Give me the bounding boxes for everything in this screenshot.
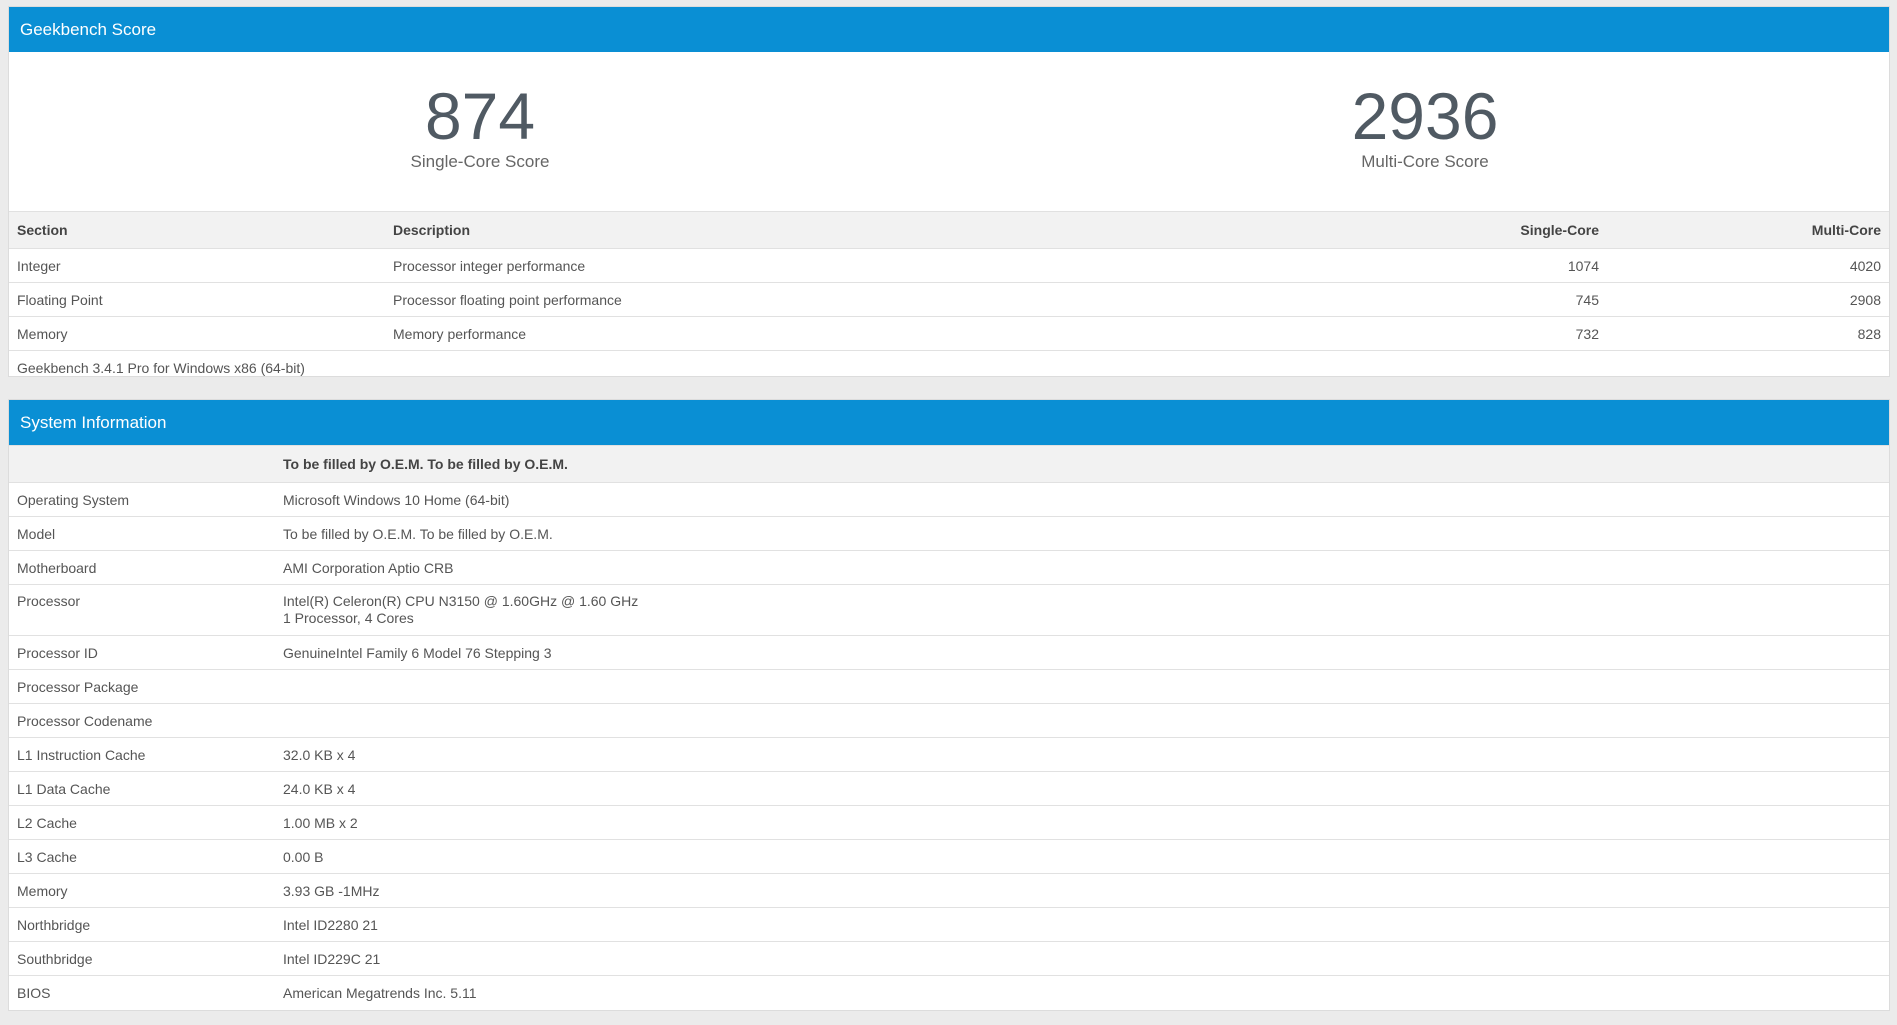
table-row: Processor Codename (9, 703, 1889, 738)
table-row: L1 Instruction Cache 32.0 KB x 4 (9, 737, 1889, 772)
version-footer-row: Geekbench 3.4.1 Pro for Windows x86 (64-… (9, 350, 1889, 385)
single-core-cell: 732 (1285, 316, 1607, 351)
column-header-multi-core: Multi-Core (1607, 211, 1889, 249)
table-row: Southbridge Intel ID229C 21 (9, 941, 1889, 976)
info-value: AMI Corporation Aptio CRB (275, 550, 1889, 585)
table-row: Model To be filled by O.E.M. To be fille… (9, 516, 1889, 551)
info-value: To be filled by O.E.M. To be filled by O… (275, 516, 1889, 551)
table-row: L1 Data Cache 24.0 KB x 4 (9, 771, 1889, 806)
processor-name: Intel(R) Celeron(R) CPU N3150 @ 1.60GHz … (283, 593, 639, 609)
multi-core-score-label: Multi-Core Score (1361, 152, 1489, 171)
description-cell: Processor floating point performance (385, 282, 1285, 317)
header-label-cell (9, 445, 275, 483)
info-value: Intel(R) Celeron(R) CPU N3150 @ 1.60GHz … (275, 584, 1889, 636)
info-value: Intel ID229C 21 (275, 941, 1889, 976)
geekbench-score-panel: Geekbench Score 874 Single-Core Score 29… (8, 6, 1890, 385)
table-row: Memory Memory performance 732 828 (9, 316, 1889, 351)
info-value (275, 703, 1889, 738)
multi-core-cell: 828 (1607, 316, 1889, 351)
single-core-score-block: 874 Single-Core Score (300, 82, 660, 172)
column-header-single-core: Single-Core (1285, 211, 1607, 249)
info-label: Southbridge (9, 941, 275, 976)
info-label: L3 Cache (9, 839, 275, 874)
geekbench-version: Geekbench 3.4.1 Pro for Windows x86 (64-… (9, 350, 1889, 385)
table-header-row: To be filled by O.E.M. To be filled by O… (9, 445, 1889, 483)
info-value: GenuineIntel Family 6 Model 76 Stepping … (275, 635, 1889, 670)
table-row: L3 Cache 0.00 B (9, 839, 1889, 874)
multi-core-cell: 4020 (1607, 248, 1889, 283)
info-value: 24.0 KB x 4 (275, 771, 1889, 806)
system-panel-title: System Information (9, 400, 1889, 445)
info-label: Processor Codename (9, 703, 275, 738)
column-header-description: Description (385, 211, 1285, 249)
info-label: Processor Package (9, 669, 275, 704)
score-summary: 874 Single-Core Score 2936 Multi-Core Sc… (9, 52, 1889, 211)
section-cell: Memory (9, 316, 385, 351)
info-label: BIOS (9, 975, 275, 1010)
table-row: Processor ID GenuineIntel Family 6 Model… (9, 635, 1889, 670)
table-row: Memory 3.93 GB -1MHz (9, 873, 1889, 908)
single-core-cell: 1074 (1285, 248, 1607, 283)
system-information-table: To be filled by O.E.M. To be filled by O… (9, 445, 1889, 1010)
multi-core-cell: 2908 (1607, 282, 1889, 317)
info-label: Processor ID (9, 635, 275, 670)
single-core-score: 874 (424, 79, 536, 153)
info-label: L2 Cache (9, 805, 275, 840)
table-row: L2 Cache 1.00 MB x 2 (9, 805, 1889, 840)
info-label: Northbridge (9, 907, 275, 942)
table-row: Integer Processor integer performance 10… (9, 248, 1889, 283)
single-core-cell: 745 (1285, 282, 1607, 317)
description-cell: Memory performance (385, 316, 1285, 351)
system-name-header: To be filled by O.E.M. To be filled by O… (275, 445, 1889, 483)
info-value: 32.0 KB x 4 (275, 737, 1889, 772)
table-header-row: Section Description Single-Core Multi-Co… (9, 211, 1889, 249)
processor-core-count: 1 Processor, 4 Cores (283, 610, 414, 626)
info-value: 0.00 B (275, 839, 1889, 874)
table-row: Floating Point Processor floating point … (9, 282, 1889, 317)
info-value (275, 669, 1889, 704)
score-breakdown-table: Section Description Single-Core Multi-Co… (9, 211, 1889, 385)
info-label: L1 Instruction Cache (9, 737, 275, 772)
section-cell: Floating Point (9, 282, 385, 317)
info-value: Intel ID2280 21 (275, 907, 1889, 942)
table-row: Operating System Microsoft Windows 10 Ho… (9, 482, 1889, 517)
multi-core-score-block: 2936 Multi-Core Score (1245, 82, 1605, 172)
info-label: Memory (9, 873, 275, 908)
info-label: L1 Data Cache (9, 771, 275, 806)
table-row: Processor Package (9, 669, 1889, 704)
info-label: Motherboard (9, 550, 275, 585)
table-row: Motherboard AMI Corporation Aptio CRB (9, 550, 1889, 585)
description-cell: Processor integer performance (385, 248, 1285, 283)
info-value: Microsoft Windows 10 Home (64-bit) (275, 482, 1889, 517)
table-row: Northbridge Intel ID2280 21 (9, 907, 1889, 942)
info-value: American Megatrends Inc. 5.11 (275, 975, 1889, 1010)
info-label: Processor (9, 584, 275, 636)
single-core-score-label: Single-Core Score (410, 152, 550, 171)
section-cell: Integer (9, 248, 385, 283)
system-information-panel: System Information To be filled by O.E.M… (8, 399, 1890, 1011)
multi-core-score: 2936 (1351, 79, 1499, 153)
info-value: 3.93 GB -1MHz (275, 873, 1889, 908)
info-value: 1.00 MB x 2 (275, 805, 1889, 840)
info-label: Operating System (9, 482, 275, 517)
table-row: Processor Intel(R) Celeron(R) CPU N3150 … (9, 584, 1889, 636)
info-label: Model (9, 516, 275, 551)
table-row: BIOS American Megatrends Inc. 5.11 (9, 975, 1889, 1010)
column-header-section: Section (9, 211, 385, 249)
score-panel-title: Geekbench Score (9, 7, 1889, 52)
